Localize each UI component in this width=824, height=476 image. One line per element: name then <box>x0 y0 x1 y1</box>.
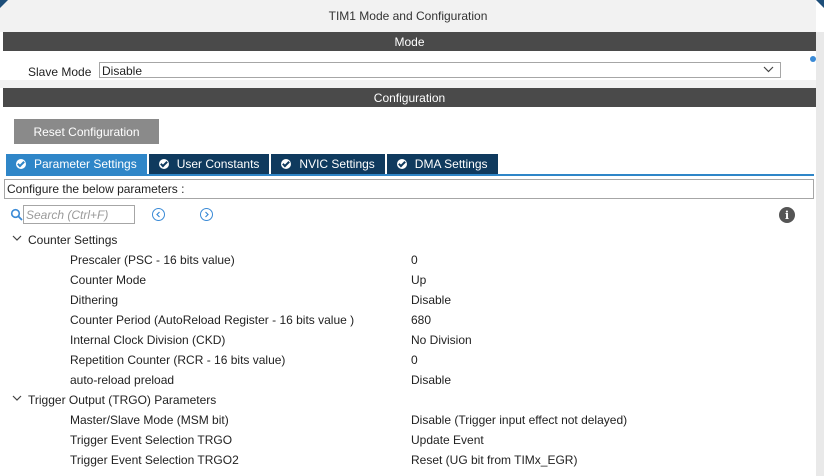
vertical-scrollbar[interactable] <box>816 32 824 476</box>
group-counter-settings[interactable]: Counter Settings <box>0 229 816 249</box>
param-value[interactable]: Update Event <box>411 433 484 447</box>
param-row[interactable]: auto-reload preload Disable <box>0 369 816 389</box>
parameters-description: Configure the below parameters : <box>4 179 814 199</box>
tab-nvic-settings[interactable]: NVIC Settings <box>271 154 385 174</box>
param-name: Counter Period (AutoReload Register - 16… <box>70 313 355 327</box>
mode-section-header: Mode <box>3 32 816 51</box>
check-circle-icon <box>158 159 169 169</box>
tab-parameter-settings[interactable]: Parameter Settings <box>6 154 147 174</box>
param-value[interactable]: Disable <box>411 293 451 307</box>
param-row[interactable]: Repetition Counter (RCR - 16 bits value)… <box>0 349 816 369</box>
param-name: Dithering <box>70 293 119 307</box>
slave-mode-value: Disable <box>102 64 143 78</box>
tab-label: User Constants <box>176 157 260 171</box>
param-name: Repetition Counter (RCR - 16 bits value) <box>70 353 286 367</box>
param-name: Internal Clock Division (CKD) <box>70 333 226 347</box>
param-value[interactable]: Up <box>411 273 426 287</box>
group-trigger-output[interactable]: Trigger Output (TRGO) Parameters <box>0 389 816 409</box>
param-row[interactable]: Trigger Event Selection TRGO2 Reset (UG … <box>0 449 816 469</box>
prev-arrow-icon[interactable] <box>152 208 165 221</box>
param-value[interactable]: Disable <box>411 373 451 387</box>
param-name: auto-reload preload <box>70 373 175 387</box>
search-input[interactable] <box>23 205 135 224</box>
check-circle-icon <box>16 159 26 169</box>
parameter-tree: Counter Settings Prescaler (PSC - 16 bit… <box>0 229 816 469</box>
param-value[interactable]: Reset (UG bit from TIMx_EGR) <box>411 453 577 467</box>
param-value[interactable]: Disable (Trigger input effect not delaye… <box>411 413 627 427</box>
info-icon[interactable]: i <box>779 207 795 223</box>
param-row[interactable]: Counter Mode Up <box>0 269 816 289</box>
param-row[interactable]: Internal Clock Division (CKD) No Divisio… <box>0 329 816 349</box>
param-value[interactable]: 680 <box>411 313 431 327</box>
chevron-down-icon <box>11 232 23 244</box>
chevron-down-icon <box>763 64 774 78</box>
tab-underline <box>6 174 814 176</box>
section-divider <box>0 80 816 88</box>
slave-mode-select[interactable]: Disable <box>99 62 781 78</box>
param-value[interactable]: No Division <box>411 333 472 347</box>
param-row[interactable]: Dithering Disable <box>0 289 816 309</box>
param-row[interactable]: Prescaler (PSC - 16 bits value) 0 <box>0 249 816 269</box>
param-row[interactable]: Counter Period (AutoReload Register - 16… <box>0 309 816 329</box>
tab-label: DMA Settings <box>414 157 488 171</box>
group-label: Counter Settings <box>28 233 118 247</box>
chevron-down-icon <box>11 392 23 404</box>
slave-mode-label: Slave Mode <box>28 65 92 79</box>
param-name: Trigger Event Selection TRGO <box>70 433 233 447</box>
reset-configuration-button[interactable]: Reset Configuration <box>14 119 159 144</box>
corner-marker-left <box>0 0 8 8</box>
scroll-indicator-icon <box>810 56 816 62</box>
param-row[interactable]: Master/Slave Mode (MSM bit) Disable (Tri… <box>0 409 816 429</box>
window-title: TIM1 Mode and Configuration <box>0 0 816 32</box>
param-row[interactable]: Trigger Event Selection TRGO Update Even… <box>0 429 816 449</box>
group-label: Trigger Output (TRGO) Parameters <box>28 393 217 407</box>
corner-marker-right <box>816 0 824 8</box>
param-value[interactable]: 0 <box>411 253 418 267</box>
config-tabs: Parameter Settings User Constants NVIC S… <box>6 154 500 174</box>
next-arrow-icon[interactable] <box>200 208 213 221</box>
tab-user-constants[interactable]: User Constants <box>148 154 270 174</box>
check-circle-icon <box>396 159 407 169</box>
param-name: Master/Slave Mode (MSM bit) <box>70 413 229 427</box>
param-value[interactable]: 0 <box>411 353 418 367</box>
check-circle-icon <box>281 159 292 169</box>
tab-label: NVIC Settings <box>299 157 375 171</box>
slave-mode-row: Slave Mode Disable <box>0 60 816 80</box>
param-name: Trigger Event Selection TRGO2 <box>70 453 239 467</box>
param-name: Counter Mode <box>70 273 147 287</box>
configuration-section-header: Configuration <box>3 88 816 107</box>
param-name: Prescaler (PSC - 16 bits value) <box>70 253 235 267</box>
search-icon <box>10 208 24 222</box>
tab-dma-settings[interactable]: DMA Settings <box>386 154 498 174</box>
tab-label: Parameter Settings <box>34 157 137 171</box>
